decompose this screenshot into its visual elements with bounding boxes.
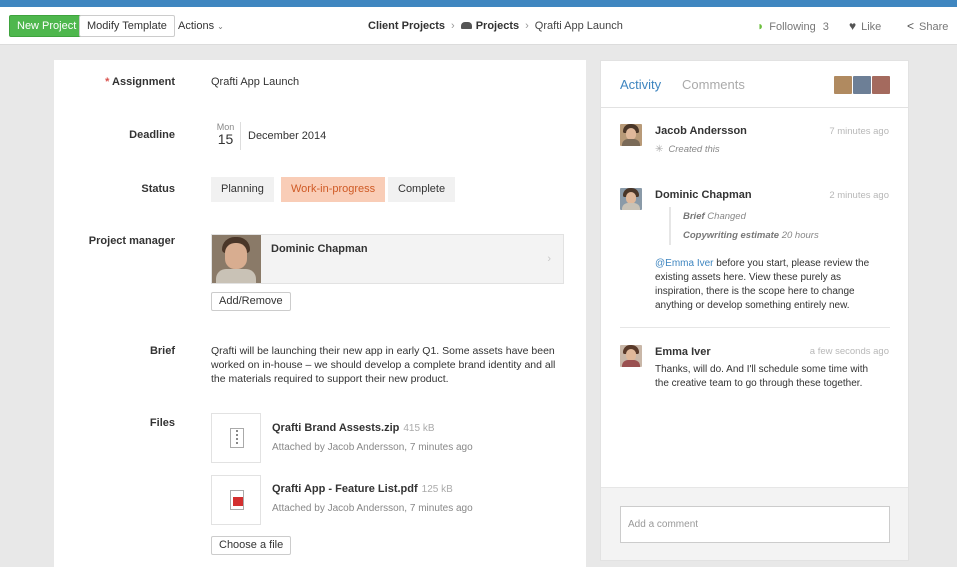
project-manager-label: Project manager: [88, 235, 175, 247]
breadcrumb-client-projects[interactable]: Client Projects: [368, 20, 445, 32]
breadcrumb: Client Projects › Projects › Qrafti App Laun…: [368, 20, 623, 32]
status-label: Status: [141, 183, 175, 195]
share-label: Share: [919, 21, 949, 33]
deadline-text[interactable]: December 2014: [248, 130, 326, 142]
breadcrumb-separator: ›: [525, 20, 529, 32]
file-thumbnail[interactable]: [211, 413, 261, 463]
file-name[interactable]: Qrafti Brand Assests.zip 415 kB: [272, 422, 435, 434]
share-button[interactable]: < Share: [907, 19, 948, 33]
chevron-right-icon: ›: [547, 253, 551, 265]
activity-timestamp: 2 minutes ago: [829, 190, 889, 201]
project-manager-card[interactable]: Dominic Chapman ›: [211, 234, 564, 284]
tab-comments[interactable]: Comments: [682, 77, 745, 92]
actions-label: Actions: [178, 20, 215, 32]
required-marker: *: [105, 76, 110, 88]
activity-author[interactable]: Emma Iver: [655, 346, 711, 358]
comment-input[interactable]: [620, 506, 890, 543]
activity-author[interactable]: Dominic Chapman: [655, 189, 752, 201]
toolbar: New Project Modify Template Actions ⌄ Cli…: [0, 7, 957, 45]
breadcrumb-current: Qrafti App Launch: [534, 20, 623, 32]
status-wip-option[interactable]: Work-in-progress: [281, 177, 386, 202]
file-meta: Attached by Jacob Andersson, 7 minutes a…: [272, 442, 473, 453]
files-label: Files: [149, 417, 175, 429]
following-label: Following: [769, 21, 816, 33]
pdf-file-icon: [230, 490, 244, 510]
comment-composer: [601, 487, 908, 560]
avatar[interactable]: [620, 188, 642, 210]
activity-timestamp: 7 minutes ago: [829, 126, 889, 137]
avatar[interactable]: [620, 345, 642, 367]
avatar[interactable]: [872, 76, 890, 94]
avatar[interactable]: [834, 76, 852, 94]
cloud-icon: [460, 22, 472, 29]
choose-file-button[interactable]: Choose a file: [211, 536, 292, 555]
deadline-date-badge[interactable]: Mon 15: [211, 122, 241, 150]
following-count: 3: [822, 21, 829, 33]
change-item: Brief Changed: [683, 211, 746, 222]
zip-file-icon: [230, 428, 244, 448]
assignment-label: * Assignment: [105, 76, 175, 88]
chevron-down-icon: ⌄: [217, 22, 224, 31]
heart-icon: ♥: [849, 19, 857, 33]
activity-panel: Activity Comments Jacob Andersson 7 minu…: [600, 60, 909, 561]
status-planning-option[interactable]: Planning: [211, 177, 274, 202]
project-manager-name: Dominic Chapman: [271, 243, 368, 255]
rss-icon: ◗: [757, 19, 765, 33]
deadline-day: 15: [217, 131, 234, 147]
status-complete-option[interactable]: Complete: [388, 177, 456, 202]
add-remove-button[interactable]: Add/Remove: [211, 292, 291, 311]
tab-activity[interactable]: Activity: [620, 77, 661, 92]
activity-author[interactable]: Jacob Andersson: [655, 125, 747, 137]
following-button[interactable]: ◗ Following 3: [757, 19, 829, 33]
deadline-label: Deadline: [129, 129, 175, 141]
activity-comment-text: Thanks, will do. And I'll schedule some …: [655, 364, 869, 389]
avatar[interactable]: [620, 124, 642, 146]
activity-divider: [620, 327, 890, 328]
brief-text[interactable]: Qrafti will be launching their new app i…: [211, 344, 561, 386]
mention-link[interactable]: @Emma Iver: [655, 258, 714, 269]
gear-icon: ✳: [655, 144, 664, 155]
activity-description: ✳ Created this: [655, 144, 720, 155]
file-thumbnail[interactable]: [211, 475, 261, 525]
file-name[interactable]: Qrafti App - Feature List.pdf 125 kB: [272, 483, 453, 495]
brief-label: Brief: [149, 345, 175, 357]
avatar[interactable]: [853, 76, 871, 94]
actions-menu[interactable]: Actions ⌄: [178, 20, 224, 32]
activity-changes: Brief Changed Copywriting estimate 20 ho…: [669, 207, 819, 245]
assignment-value[interactable]: Qrafti App Launch: [211, 76, 299, 88]
modify-template-button[interactable]: Modify Template: [79, 15, 175, 37]
breadcrumb-separator: ›: [451, 20, 455, 32]
top-accent-bar: [0, 0, 957, 7]
like-label: Like: [861, 21, 882, 33]
file-size: 125 kB: [421, 484, 453, 495]
share-icon: <: [907, 19, 915, 33]
breadcrumb-projects[interactable]: Projects: [476, 20, 519, 32]
like-button[interactable]: ♥ Like: [849, 19, 881, 33]
tabs-divider: [601, 107, 908, 108]
file-meta: Attached by Jacob Andersson, 7 minutes a…: [272, 503, 473, 514]
activity-timestamp: a few seconds ago: [809, 346, 889, 357]
activity-comment-text: @Emma Iver before you start, please revi…: [655, 258, 870, 311]
avatar: [212, 235, 261, 283]
project-details-panel: * Assignment Qrafti App Launch Deadline …: [54, 60, 586, 567]
new-project-button[interactable]: New Project: [9, 15, 85, 37]
change-item: Copywriting estimate 20 hours: [683, 230, 819, 241]
file-size: 415 kB: [403, 423, 435, 434]
